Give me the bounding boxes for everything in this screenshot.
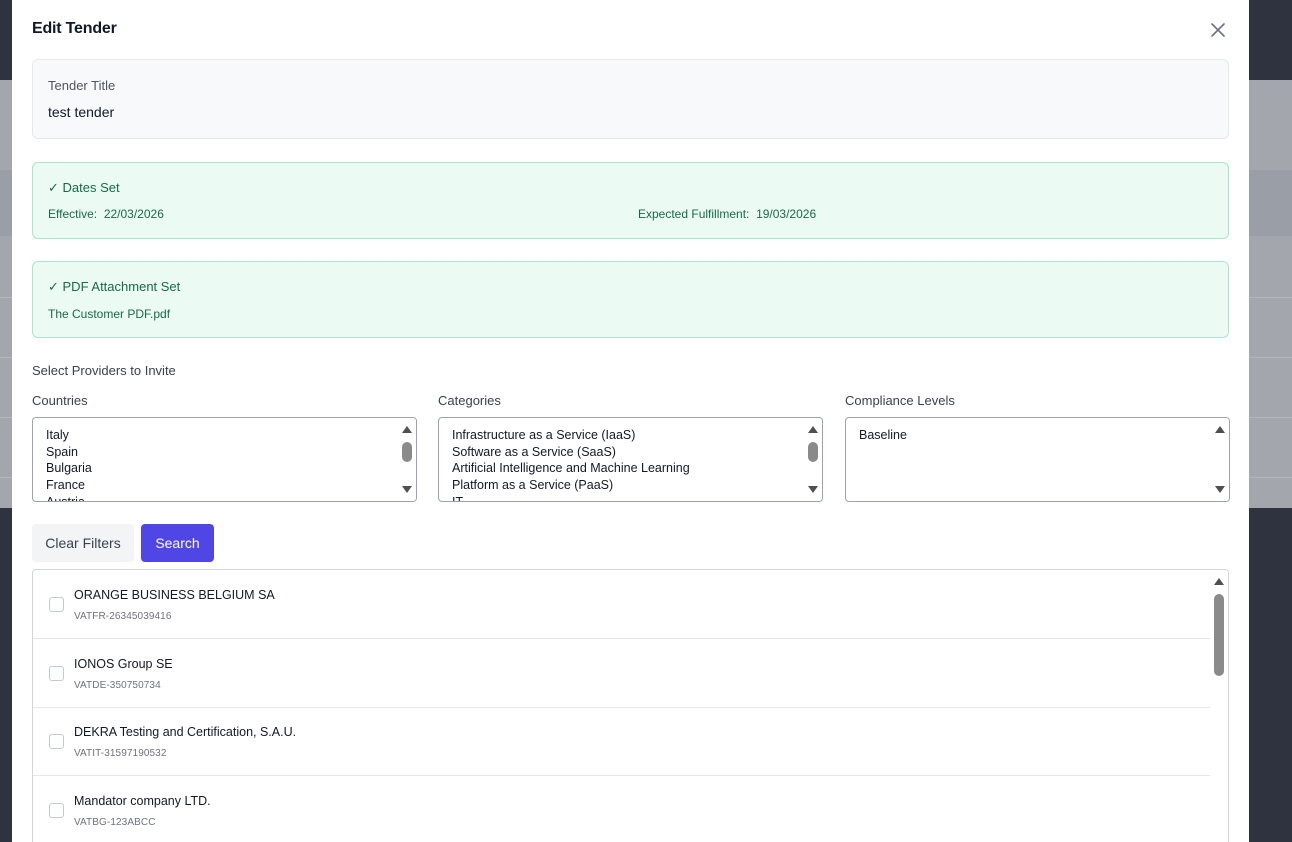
pdf-attachment-heading: ✓ PDF Attachment Set bbox=[48, 279, 181, 294]
fulfillment-date-value: 19/03/2026 bbox=[756, 207, 817, 221]
countries-options: Italy Spain Bulgaria France Austria bbox=[46, 427, 92, 501]
scroll-down-icon[interactable] bbox=[808, 486, 818, 493]
category-option[interactable]: IT bbox=[452, 494, 690, 501]
country-option[interactable]: Italy bbox=[46, 427, 92, 444]
close-button[interactable] bbox=[1208, 20, 1228, 40]
compliance-option[interactable]: Baseline bbox=[859, 427, 907, 444]
country-option[interactable]: Spain bbox=[46, 444, 92, 461]
compliance-levels-select[interactable]: Baseline bbox=[845, 417, 1230, 502]
scroll-thumb[interactable] bbox=[808, 442, 818, 462]
search-button[interactable]: Search bbox=[141, 524, 214, 562]
provider-name: ORANGE BUSINESS BELGIUM SA bbox=[74, 588, 275, 602]
pdf-filename: The Customer PDF.pdf bbox=[48, 307, 171, 321]
clear-filters-button[interactable]: Clear Filters bbox=[32, 524, 134, 562]
category-option[interactable]: Platform as a Service (PaaS) bbox=[452, 477, 690, 494]
scroll-up-icon[interactable] bbox=[1215, 426, 1225, 433]
provider-vat: VATBG-123ABCC bbox=[74, 817, 156, 828]
list-item[interactable]: ORANGE BUSINESS BELGIUM SA VATFR-2634503… bbox=[33, 570, 1210, 639]
categories-scrollbar[interactable] bbox=[804, 418, 822, 501]
scroll-down-icon[interactable] bbox=[1215, 486, 1225, 493]
effective-date-value: 22/03/2026 bbox=[103, 207, 164, 221]
category-option[interactable]: Infrastructure as a Service (IaaS) bbox=[452, 427, 690, 444]
scroll-up-icon[interactable] bbox=[808, 426, 818, 433]
provider-vat: VATIT-31597190532 bbox=[74, 748, 167, 759]
list-item[interactable]: DEKRA Testing and Certification, S.A.U. … bbox=[33, 707, 1210, 776]
provider-checkbox[interactable] bbox=[49, 734, 64, 749]
country-option[interactable]: Austria bbox=[46, 494, 92, 501]
provider-vat: VATDE-350750734 bbox=[74, 680, 161, 691]
provider-name: Mandator company LTD. bbox=[74, 794, 211, 808]
scroll-down-icon[interactable] bbox=[402, 486, 412, 493]
tender-title-field[interactable]: Tender Title test tender bbox=[32, 59, 1229, 139]
country-option[interactable]: Bulgaria bbox=[46, 460, 92, 477]
modal-title: Edit Tender bbox=[32, 20, 117, 37]
category-option[interactable]: Artificial Intelligence and Machine Lear… bbox=[452, 460, 690, 477]
category-option[interactable]: Software as a Service (SaaS) bbox=[452, 444, 690, 461]
provider-name: DEKRA Testing and Certification, S.A.U. bbox=[74, 725, 297, 739]
compliance-options: Baseline bbox=[859, 427, 907, 444]
dates-set-panel: ✓ Dates Set Effective: 22/03/2026 Expect… bbox=[32, 162, 1229, 239]
countries-scrollbar[interactable] bbox=[398, 418, 416, 501]
list-item[interactable]: Mandator company LTD. VATBG-123ABCC bbox=[33, 776, 1210, 842]
provider-vat: VATFR-26345039416 bbox=[74, 611, 172, 622]
scroll-up-icon[interactable] bbox=[1214, 578, 1224, 585]
pdf-attachment-panel: ✓ PDF Attachment Set The Customer PDF.pd… bbox=[32, 261, 1229, 338]
list-item[interactable]: IONOS Group SE VATDE-350750734 bbox=[33, 639, 1210, 708]
country-option[interactable]: France bbox=[46, 477, 92, 494]
provider-checkbox[interactable] bbox=[49, 803, 64, 818]
providers-section-label: Select Providers to Invite bbox=[32, 363, 176, 378]
compliance-levels-label: Compliance Levels bbox=[845, 393, 955, 408]
providers-scrollbar[interactable] bbox=[1210, 570, 1228, 842]
provider-name: IONOS Group SE bbox=[74, 657, 173, 671]
countries-label: Countries bbox=[32, 393, 88, 408]
close-icon bbox=[1211, 23, 1225, 37]
effective-date-label: Effective: bbox=[48, 207, 98, 221]
categories-options: Infrastructure as a Service (IaaS) Softw… bbox=[452, 427, 690, 501]
provider-checkbox[interactable] bbox=[49, 597, 64, 612]
tender-title-label: Tender Title bbox=[48, 78, 116, 93]
fulfillment-date: Expected Fulfillment: 19/03/2026 bbox=[638, 207, 816, 221]
effective-date: Effective: 22/03/2026 bbox=[48, 207, 164, 221]
provider-checkbox[interactable] bbox=[49, 666, 64, 681]
countries-select[interactable]: Italy Spain Bulgaria France Austria bbox=[32, 417, 417, 502]
categories-label: Categories bbox=[438, 393, 501, 408]
scroll-thumb[interactable] bbox=[1214, 594, 1224, 676]
tender-title-value[interactable]: test tender bbox=[48, 104, 114, 120]
fulfillment-date-label: Expected Fulfillment: bbox=[638, 207, 750, 221]
dates-set-heading: ✓ Dates Set bbox=[48, 180, 120, 195]
compliance-scrollbar[interactable] bbox=[1211, 418, 1229, 501]
providers-list: ORANGE BUSINESS BELGIUM SA VATFR-2634503… bbox=[32, 569, 1229, 842]
edit-tender-modal: Edit Tender Tender Title test tender ✓ D… bbox=[12, 0, 1249, 842]
categories-select[interactable]: Infrastructure as a Service (IaaS) Softw… bbox=[438, 417, 823, 502]
scroll-thumb[interactable] bbox=[402, 442, 412, 462]
scroll-up-icon[interactable] bbox=[402, 426, 412, 433]
